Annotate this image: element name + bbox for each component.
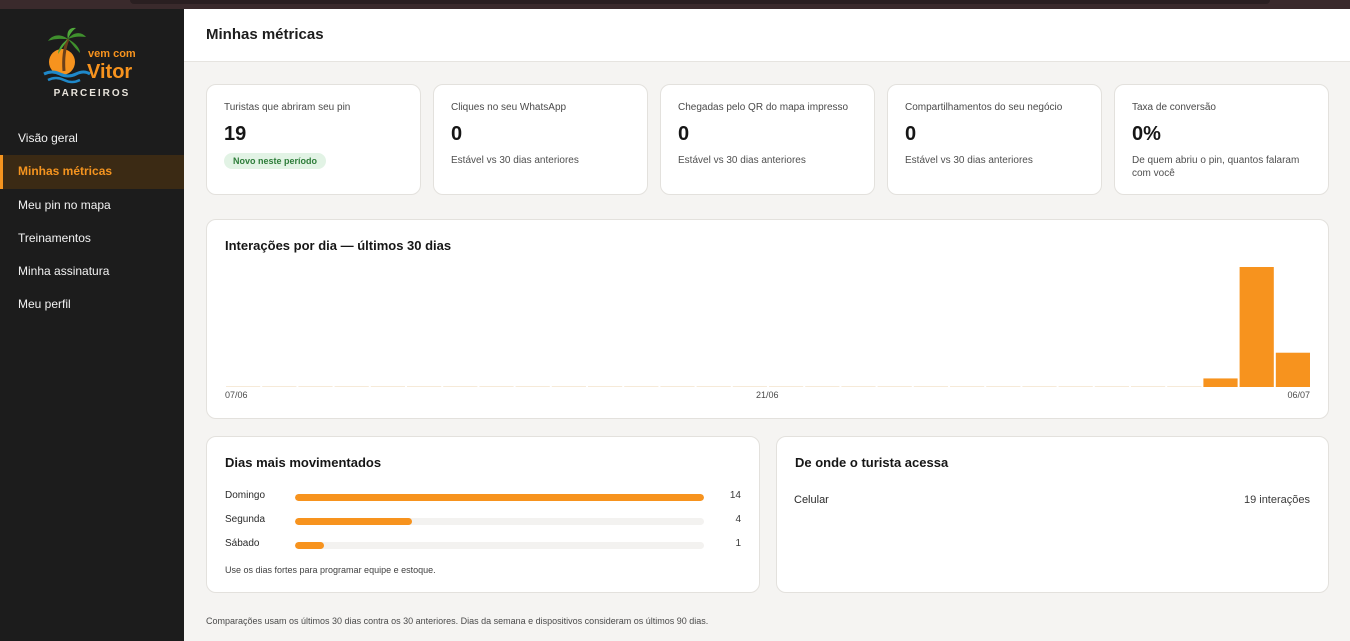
kpi-value: 0 — [678, 123, 690, 145]
bar-baseline-10/06 — [334, 386, 369, 387]
x-tick-middle: 21/06 — [756, 390, 779, 400]
kpi-label: Taxa de conversão — [1132, 102, 1216, 113]
bar-baseline-30/06 — [1058, 386, 1093, 387]
progress-track — [295, 494, 704, 501]
bar-baseline-22/06 — [769, 386, 804, 387]
kpi-comparison: Estável vs 30 dias anteriores — [678, 155, 806, 166]
access-source-title: De onde o turista acessa — [795, 455, 949, 470]
busy-days-card: Dias mais movimentados Domingo 14 Segund… — [206, 436, 760, 593]
sidebar-item-minha-assinatura[interactable]: Minha assinatura — [0, 255, 184, 288]
bar-baseline-29/06 — [1022, 386, 1057, 387]
status-badge: Novo neste período — [224, 153, 327, 169]
list-item: Segunda 4 — [225, 514, 741, 528]
kpi-value: 0% — [1132, 123, 1161, 145]
bar-baseline-07/06 — [226, 386, 261, 387]
bar-baseline-08/06 — [262, 386, 297, 387]
busy-days-note: Use os dias fortes para programar equipe… — [225, 565, 436, 575]
kpi-value: 0 — [905, 123, 917, 145]
daily-interactions-chart — [226, 267, 1310, 387]
bar-baseline-21/06 — [732, 386, 767, 387]
browser-tab-strip — [130, 0, 1270, 4]
kpi-description: De quem abriu o pin, quantos falaram com… — [1132, 155, 1300, 179]
bar-baseline-24/06 — [841, 386, 876, 387]
browser-top-strip — [0, 0, 1350, 9]
device-count: 19 interações — [1243, 494, 1310, 506]
kpi-value: 0 — [451, 123, 463, 145]
bar-baseline-19/06 — [660, 386, 695, 387]
bar-baseline-09/06 — [298, 386, 333, 387]
kpi-label: Compartilhamentos do seu negócio — [905, 102, 1063, 113]
sidebar-nav: Visão geral Minhas métricas Meu pin no m… — [0, 122, 184, 322]
device-name: Celular — [794, 494, 829, 506]
kpi-comparison: Estável vs 30 dias anteriores — [451, 155, 579, 166]
sidebar-item-treinamentos[interactable]: Treinamentos — [0, 222, 184, 255]
bar-04/07 — [1203, 378, 1238, 387]
day-name: Segunda — [225, 514, 266, 525]
page-title: Minhas métricas — [206, 26, 324, 43]
kpi-card-shares: Compartilhamentos do seu negócio 0 Estáv… — [887, 84, 1102, 195]
logo-text-line2: Vitor — [87, 61, 132, 83]
bar-baseline-13/06 — [443, 386, 478, 387]
sidebar: vem com Vitor PARCEIROS Visão geral Minh… — [0, 9, 184, 641]
bar-baseline-16/06 — [551, 386, 586, 387]
kpi-label: Chegadas pelo QR do mapa impresso — [678, 102, 849, 113]
progress-track — [295, 518, 704, 525]
bar-baseline-03/07 — [1167, 386, 1202, 387]
day-count: 1 — [735, 538, 741, 549]
kpi-comparison: Estável vs 30 dias anteriores — [905, 155, 1033, 166]
bar-baseline-14/06 — [479, 386, 514, 387]
day-name: Sábado — [225, 538, 260, 549]
page-header: Minhas métricas — [184, 9, 1350, 62]
main-content: Minhas métricas Turistas que abriram seu… — [184, 9, 1350, 641]
sidebar-item-minhas-metricas[interactable]: Minhas métricas — [0, 155, 184, 189]
bar-baseline-27/06 — [950, 386, 985, 387]
day-name: Domingo — [225, 490, 266, 501]
bar-baseline-23/06 — [805, 386, 840, 387]
progress-fill — [295, 494, 704, 501]
kpi-label: Cliques no seu WhatsApp — [451, 102, 567, 113]
progress-fill — [295, 542, 325, 549]
kpi-label: Turistas que abriram seu pin — [224, 102, 351, 113]
bar-06/07 — [1275, 352, 1310, 387]
sidebar-item-visao-geral[interactable]: Visão geral — [0, 122, 184, 155]
daily-interactions-card: Interações por dia — últimos 30 dias 07/… — [206, 219, 1329, 419]
bar-baseline-17/06 — [588, 386, 623, 387]
bar-baseline-12/06 — [407, 386, 442, 387]
sidebar-item-meu-perfil[interactable]: Meu perfil — [0, 288, 184, 321]
bar-baseline-01/07 — [1094, 386, 1129, 387]
access-source-card: De onde o turista acessa Celular 19 inte… — [776, 436, 1329, 593]
kpi-value: 19 — [224, 123, 247, 145]
vem-com-vitor-logo[interactable]: vem com Vitor — [40, 27, 150, 87]
bar-baseline-25/06 — [877, 386, 912, 387]
kpi-card-pin-opens: Turistas que abriram seu pin 19 Novo nes… — [206, 84, 421, 195]
kpi-card-conversion-rate: Taxa de conversão 0% De quem abriu o pin… — [1114, 84, 1329, 195]
bar-baseline-28/06 — [986, 386, 1021, 387]
bar-05/07 — [1239, 267, 1274, 387]
kpi-card-whatsapp-clicks: Cliques no seu WhatsApp 0 Estável vs 30 … — [433, 84, 648, 195]
bar-baseline-20/06 — [696, 386, 731, 387]
day-count: 4 — [735, 514, 741, 525]
bar-baseline-26/06 — [913, 386, 948, 387]
list-item: Domingo 14 — [225, 490, 741, 504]
x-tick-last: 06/07 — [1287, 390, 1310, 400]
list-item: Sábado 1 — [225, 538, 741, 552]
progress-track — [295, 542, 704, 549]
kpi-card-qr-arrivals: Chegadas pelo QR do mapa impresso 0 Está… — [660, 84, 875, 195]
bar-baseline-02/07 — [1131, 386, 1166, 387]
brand-subtitle: PARCEIROS — [53, 88, 131, 99]
footnote: Comparações usam os últimos 30 dias cont… — [206, 616, 709, 626]
logo-text-line1: vem com — [88, 48, 136, 60]
bar-baseline-11/06 — [370, 386, 405, 387]
x-tick-first: 07/06 — [225, 390, 248, 400]
progress-fill — [295, 518, 412, 525]
bar-baseline-15/06 — [515, 386, 550, 387]
busy-days-title: Dias mais movimentados — [225, 455, 382, 470]
chart-title: Interações por dia — últimos 30 dias — [225, 238, 452, 253]
sidebar-item-meu-pin-no-mapa[interactable]: Meu pin no mapa — [0, 189, 184, 222]
bar-baseline-18/06 — [624, 386, 659, 387]
day-count: 14 — [729, 490, 741, 501]
